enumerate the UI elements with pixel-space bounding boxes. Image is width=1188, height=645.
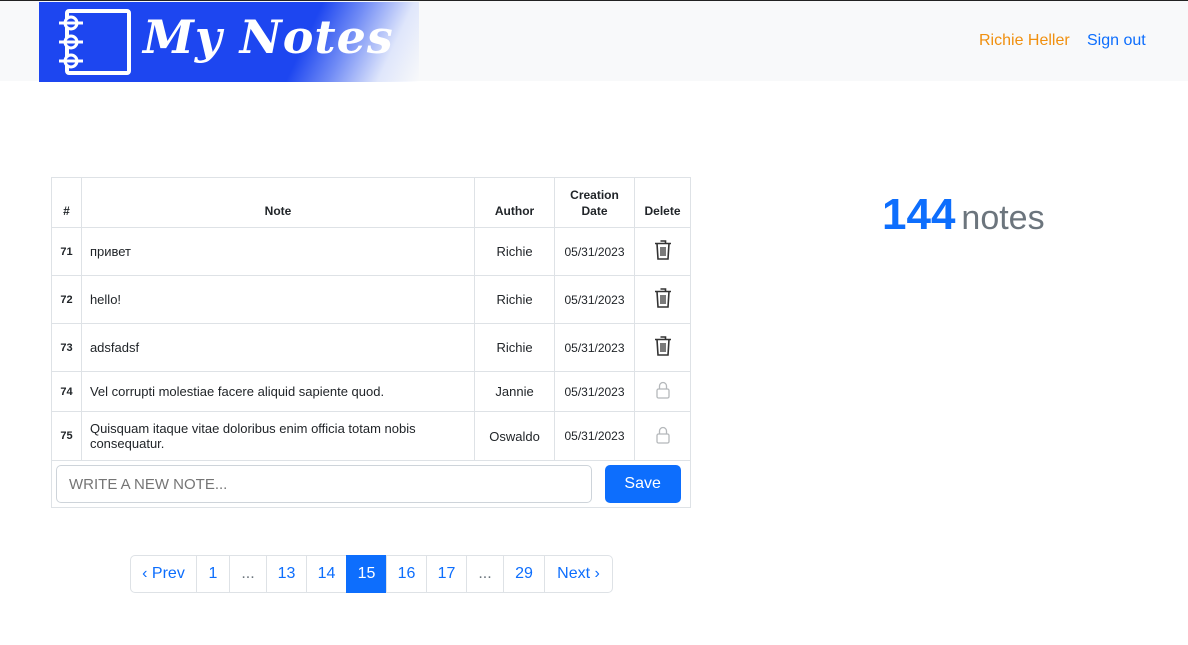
page-1-link[interactable]: 1 (196, 555, 230, 593)
note-author: Richie (474, 275, 556, 324)
page-13-link[interactable]: 13 (266, 555, 307, 593)
note-text: hello! (80, 275, 476, 324)
page-17-link[interactable]: 17 (426, 555, 467, 593)
page-ellipsis: ... (229, 555, 267, 593)
new-note-input[interactable] (56, 465, 592, 503)
notes-count: 144 notes (882, 190, 1045, 240)
trash-icon[interactable] (654, 288, 672, 308)
trash-icon[interactable] (654, 240, 672, 260)
row-number: 71 (51, 227, 82, 276)
notebook-icon (59, 9, 131, 75)
column-header-date: Creation Date (554, 177, 635, 228)
delete-cell (634, 227, 691, 276)
column-header-note: Note (80, 177, 476, 228)
delete-cell (634, 411, 691, 461)
note-author: Oswaldo (474, 411, 556, 461)
page-next-button[interactable]: Next › (544, 555, 613, 593)
note-author: Jannie (474, 371, 556, 412)
lock-icon (655, 426, 670, 444)
note-text: Quisquam itaque vitae doloribus enim off… (80, 411, 476, 461)
sign-out-link[interactable]: Sign out (1087, 32, 1146, 50)
note-date: 05/31/2023 (554, 323, 635, 372)
page-16-link[interactable]: 16 (386, 555, 427, 593)
delete-cell (634, 275, 691, 324)
notes-count-number: 144 (882, 190, 956, 239)
note-text: Vel corrupti molestiae facere aliquid sa… (80, 371, 476, 412)
page-15-current[interactable]: 15 (346, 555, 387, 593)
pagination: ‹ Prev 1 ... 13 14 15 16 17 ... 29 Next … (130, 555, 613, 593)
column-header-author: Author (474, 177, 556, 228)
delete-cell (634, 323, 691, 372)
trash-icon[interactable] (654, 336, 672, 356)
note-author: Richie (474, 323, 556, 372)
row-number: 73 (51, 323, 82, 372)
note-author: Richie (474, 227, 556, 276)
row-number: 75 (51, 411, 82, 461)
page-ellipsis: ... (466, 555, 504, 593)
page-29-link[interactable]: 29 (503, 555, 545, 593)
notes-count-label: notes (961, 199, 1045, 237)
note-date: 05/31/2023 (554, 371, 635, 412)
note-date: 05/31/2023 (554, 227, 635, 276)
app-logo[interactable]: My Notes (39, 2, 419, 82)
row-number: 74 (51, 371, 82, 412)
new-note-row: Save (51, 460, 691, 508)
navbar: My Notes Richie Heller Sign out (0, 0, 1188, 82)
notes-table: # Note Author Creation Date Delete 71 при… (51, 177, 691, 508)
note-text: привет (80, 227, 476, 276)
user-name: Richie Heller (979, 32, 1070, 49)
page-14-link[interactable]: 14 (306, 555, 347, 593)
column-header-delete: Delete (634, 177, 691, 228)
delete-cell (634, 371, 691, 412)
table-row: 72 hello! Richie 05/31/2023 (51, 275, 691, 324)
table-row: 75 Quisquam itaque vitae doloribus enim … (51, 411, 691, 461)
date-header-line1: Creation (570, 188, 619, 202)
page-prev-button[interactable]: ‹ Prev (130, 555, 197, 593)
table-row: 73 adsfadsf Richie 05/31/2023 (51, 323, 691, 372)
column-header-number: # (51, 177, 82, 228)
note-text: adsfadsf (80, 323, 476, 372)
logo-text: My Notes (143, 10, 394, 64)
table-row: 74 Vel corrupti molestiae facere aliquid… (51, 371, 691, 412)
note-date: 05/31/2023 (554, 411, 635, 461)
table-row: 71 привет Richie 05/31/2023 (51, 227, 691, 276)
date-header-line2: Date (581, 204, 608, 218)
lock-icon (655, 381, 670, 399)
note-date: 05/31/2023 (554, 275, 635, 324)
new-note-form: Save (51, 460, 691, 508)
save-button[interactable]: Save (604, 465, 681, 503)
row-number: 72 (51, 275, 82, 324)
